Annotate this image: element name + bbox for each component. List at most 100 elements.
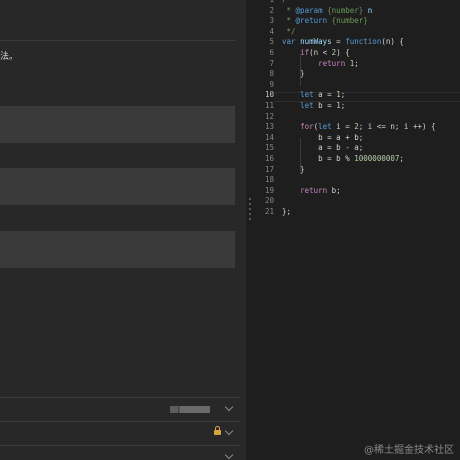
example-code-block bbox=[0, 231, 235, 268]
code-line[interactable]: } bbox=[282, 69, 460, 80]
code-token: if bbox=[300, 47, 310, 57]
code-token: ; bbox=[340, 100, 346, 110]
code-token: {number} bbox=[331, 16, 368, 26]
code-line[interactable]: b = b % 1000000007; bbox=[282, 154, 460, 165]
code-token: let bbox=[300, 90, 314, 100]
line-number: 10 bbox=[264, 90, 274, 100]
line-number: 2 bbox=[269, 5, 274, 15]
code-token: ; bbox=[340, 90, 346, 100]
code-token: i = bbox=[331, 122, 355, 132]
pane-resize-handle[interactable] bbox=[246, 0, 254, 460]
line-number: 17 bbox=[264, 164, 274, 174]
code-token: */ bbox=[282, 26, 296, 36]
collapsible-row[interactable] bbox=[0, 397, 240, 421]
example-code-block bbox=[0, 106, 235, 143]
line-number: 15 bbox=[264, 143, 274, 153]
line-number: 18 bbox=[264, 175, 274, 185]
chevron-down-icon[interactable] bbox=[224, 426, 234, 436]
code-line[interactable]: if(n < 2) { bbox=[282, 48, 460, 59]
code-line[interactable] bbox=[282, 80, 460, 91]
code-line[interactable] bbox=[282, 112, 460, 123]
lock-icon bbox=[214, 426, 221, 435]
code-token: n bbox=[367, 5, 373, 15]
watermark: @稀土掘金技术社区 bbox=[364, 445, 454, 456]
line-number: 20 bbox=[264, 196, 274, 206]
code-editor[interactable]: 123456789101112131415161718192021 /** * … bbox=[254, 0, 460, 460]
code-token: (n < bbox=[309, 47, 332, 57]
code-token: (n) bbox=[381, 37, 400, 47]
code-line[interactable]: * @return {number} bbox=[282, 16, 460, 27]
code-token: @param bbox=[295, 5, 323, 15]
line-number: 9 bbox=[269, 79, 274, 89]
line-number: 13 bbox=[264, 122, 274, 132]
code-token: } bbox=[282, 69, 305, 79]
line-number: 6 bbox=[269, 47, 274, 57]
code-token: 1000000007 bbox=[354, 153, 400, 163]
line-number: 19 bbox=[264, 185, 274, 195]
code-token: function bbox=[345, 37, 382, 47]
code-token: } bbox=[282, 164, 305, 174]
line-number: 11 bbox=[264, 100, 274, 110]
collapsible-row[interactable] bbox=[0, 445, 240, 460]
code-token: {number} bbox=[327, 5, 364, 15]
code-token: = bbox=[331, 37, 346, 47]
code-line[interactable] bbox=[282, 196, 460, 207]
line-number: 5 bbox=[269, 37, 274, 47]
line-number: 7 bbox=[269, 58, 274, 68]
grip-dot bbox=[249, 213, 251, 215]
code-token: var bbox=[282, 37, 296, 47]
code-line[interactable]: return 1; bbox=[282, 59, 460, 70]
grip-dot bbox=[249, 203, 251, 205]
line-number: 8 bbox=[269, 69, 274, 79]
code-line[interactable]: a = b - a; bbox=[282, 143, 460, 154]
code-token: a = b - a; bbox=[282, 143, 364, 153]
code-token: b = a + b; bbox=[282, 132, 364, 142]
code-token: @return bbox=[295, 16, 328, 26]
chevron-down-icon[interactable] bbox=[224, 402, 234, 412]
line-number: 3 bbox=[269, 16, 274, 26]
line-number: 16 bbox=[264, 153, 274, 163]
grip-dot bbox=[249, 198, 251, 200]
code-token: }; bbox=[282, 206, 292, 216]
code-line[interactable] bbox=[282, 175, 460, 186]
code-token: b = b % bbox=[282, 153, 355, 163]
code-line[interactable]: }; bbox=[282, 207, 460, 218]
code-line[interactable]: for(let i = 2; i <= n; i ++) { bbox=[282, 122, 460, 133]
code-token: for bbox=[300, 122, 314, 132]
grip-dot bbox=[249, 218, 251, 220]
problem-description-pane: 法。 bbox=[0, 0, 246, 460]
code-token: return bbox=[318, 58, 346, 68]
code-line[interactable]: let b = 1; bbox=[282, 101, 460, 112]
line-number: 12 bbox=[264, 111, 274, 121]
code-token: b; bbox=[327, 185, 341, 195]
description-text: 法。 bbox=[0, 52, 19, 62]
collapsible-row[interactable] bbox=[0, 421, 240, 445]
code-line[interactable]: */ bbox=[282, 27, 460, 38]
code-line[interactable]: * @param {number} n bbox=[282, 6, 460, 17]
code-token: return bbox=[300, 185, 328, 195]
code-line[interactable]: return b; bbox=[282, 186, 460, 197]
example-code-block bbox=[0, 168, 235, 205]
code-token: ; i <= n; i ++) { bbox=[358, 122, 436, 132]
code-token: ) { bbox=[336, 47, 350, 57]
code-line[interactable]: var numWays = function(n) { bbox=[282, 37, 460, 48]
code-line[interactable]: let a = 1; bbox=[282, 90, 460, 101]
chevron-down-icon[interactable] bbox=[224, 450, 234, 460]
code-line[interactable]: b = a + b; bbox=[282, 133, 460, 144]
code-token: let bbox=[300, 100, 314, 110]
code-token: { bbox=[399, 37, 404, 47]
code-text[interactable]: /** * @param {number} n * @return {numbe… bbox=[282, 0, 460, 217]
code-line[interactable]: } bbox=[282, 165, 460, 176]
grip-dot bbox=[249, 208, 251, 210]
line-number: 4 bbox=[269, 26, 274, 36]
code-token: let bbox=[318, 122, 332, 132]
line-number-gutter: 123456789101112131415161718192021 bbox=[254, 0, 274, 217]
line-number: 21 bbox=[264, 206, 274, 216]
section-divider bbox=[0, 40, 236, 41]
code-token: numWays bbox=[300, 37, 332, 47]
